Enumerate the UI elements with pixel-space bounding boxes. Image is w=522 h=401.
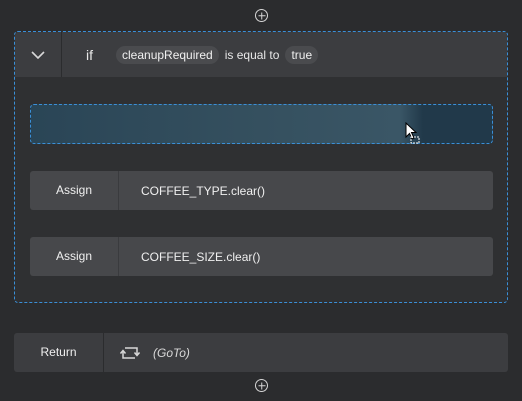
loop-arrows-icon: [120, 345, 140, 361]
if-header[interactable]: if cleanupRequired is equal to true: [15, 32, 507, 77]
condition-variable-pill[interactable]: cleanupRequired: [116, 45, 219, 64]
assign-label: Assign: [30, 171, 119, 210]
condition-value-pill[interactable]: true: [285, 45, 319, 64]
assign-expression[interactable]: COFFEE_SIZE.clear(): [141, 250, 260, 264]
condition-operator[interactable]: is equal to: [225, 48, 280, 62]
if-block: if cleanupRequired is equal to true Assi…: [14, 31, 508, 303]
if-keyword: if: [86, 46, 93, 63]
collapse-toggle[interactable]: [15, 32, 62, 77]
return-label: Return: [14, 333, 104, 372]
assign-expression[interactable]: COFFEE_TYPE.clear(): [141, 184, 265, 198]
chevron-down-icon: [31, 50, 45, 59]
assign-statement-row[interactable]: Assign COFFEE_TYPE.clear(): [30, 171, 493, 210]
assign-label: Assign: [30, 237, 119, 276]
goto-target[interactable]: (GoTo): [153, 346, 190, 360]
return-row[interactable]: Return (GoTo): [14, 333, 508, 372]
add-step-bottom-button[interactable]: [255, 379, 268, 392]
add-step-top-button[interactable]: [255, 9, 268, 22]
drop-zone[interactable]: [30, 104, 493, 144]
drag-cursor-icon: [405, 122, 420, 144]
assign-statement-row[interactable]: Assign COFFEE_SIZE.clear(): [30, 237, 493, 276]
